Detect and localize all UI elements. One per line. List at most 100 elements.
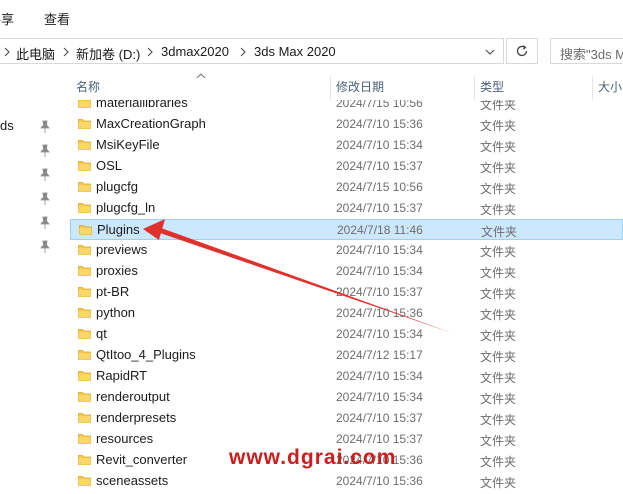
file-type: 文件夹 (480, 140, 517, 154)
chevron-right-icon[interactable] (144, 45, 156, 59)
folder-icon (78, 119, 91, 129)
file-name: renderpresets (96, 410, 177, 425)
breadcrumb-3dmax2020[interactable]: 3dmax2020 (161, 44, 229, 59)
file-type: 文件夹 (480, 245, 517, 259)
file-modified-date: 2024/7/15 10:56 (336, 100, 423, 110)
file-row[interactable]: materiallibraries 2024/7/15 10:56 文件夹 (70, 100, 623, 114)
pin-icon[interactable] (39, 216, 51, 230)
file-name: sceneassets (96, 473, 169, 488)
file-row[interactable]: OSL 2024/7/10 15:37 文件夹 (70, 156, 623, 177)
file-row[interactable]: previews 2024/7/10 15:34 文件夹 (70, 240, 623, 261)
file-type: 文件夹 (480, 392, 517, 406)
folder-icon (78, 476, 91, 486)
search-input[interactable]: 搜索"3ds M (550, 38, 623, 64)
folder-icon (78, 140, 91, 150)
folder-icon (78, 371, 91, 381)
file-row[interactable]: renderpresets 2024/7/10 15:37 文件夹 (70, 408, 623, 429)
file-name: qt (96, 326, 107, 341)
file-row[interactable]: proxies 2024/7/10 15:34 文件夹 (70, 261, 623, 282)
chevron-right-icon[interactable] (237, 45, 249, 59)
column-header-name[interactable]: 名称 (76, 78, 100, 95)
file-type: 文件夹 (480, 413, 517, 427)
pin-icon[interactable] (39, 144, 51, 158)
refresh-button[interactable] (506, 38, 538, 64)
file-name: resources (96, 431, 154, 446)
file-type: 文件夹 (480, 455, 517, 469)
breadcrumb-this-pc[interactable]: 此电脑 (16, 44, 55, 63)
file-type: 文件夹 (480, 100, 517, 112)
sort-ascending-icon (196, 73, 206, 79)
file-row[interactable]: plugcfg_ln 2024/7/10 15:37 文件夹 (70, 198, 623, 219)
chevron-down-icon[interactable] (484, 45, 496, 59)
file-modified-date: 2024/7/10 15:34 (336, 138, 423, 152)
folder-icon (78, 455, 91, 465)
file-row-selected[interactable]: Plugins 2024/7/18 11:46 文件夹 (70, 219, 623, 240)
search-placeholder: 搜索"3ds M (560, 47, 623, 62)
folder-icon (79, 225, 92, 235)
file-type: 文件夹 (480, 350, 517, 364)
file-modified-date: 2024/7/10 15:37 (336, 432, 423, 446)
file-modified-date: 2024/7/10 15:37 (336, 411, 423, 425)
file-modified-date: 2024/7/10 15:36 (336, 474, 423, 488)
file-row[interactable]: python 2024/7/10 15:36 文件夹 (70, 303, 623, 324)
chevron-right-icon[interactable] (1, 45, 13, 59)
folder-icon (78, 245, 91, 255)
file-type: 文件夹 (480, 287, 517, 301)
file-row[interactable]: plugcfg 2024/7/15 10:56 文件夹 (70, 177, 623, 198)
file-row[interactable]: renderoutput 2024/7/10 15:34 文件夹 (70, 387, 623, 408)
file-modified-date: 2024/7/10 15:34 (336, 390, 423, 404)
column-divider[interactable] (474, 76, 475, 100)
file-list: materiallibraries 2024/7/15 10:56 文件夹 MaxCr… (70, 100, 623, 494)
file-row[interactable]: MaxCreationGraph 2024/7/10 15:36 文件夹 (70, 114, 623, 135)
folder-icon (78, 100, 91, 108)
file-type: 文件夹 (480, 203, 517, 217)
file-type: 文件夹 (480, 476, 517, 490)
file-row[interactable]: RapidRT 2024/7/10 15:34 文件夹 (70, 366, 623, 387)
column-divider[interactable] (592, 76, 593, 100)
nav-item-label[interactable]: ds (0, 118, 14, 133)
file-modified-date: 2024/7/12 15:17 (336, 348, 423, 362)
pin-icon[interactable] (39, 168, 51, 182)
file-name: MsiKeyFile (96, 137, 160, 152)
column-divider[interactable] (330, 76, 331, 100)
folder-icon (78, 161, 91, 171)
folder-icon (78, 287, 91, 297)
breadcrumb-3ds-max-2020[interactable]: 3ds Max 2020 (254, 44, 336, 59)
file-type: 文件夹 (480, 182, 517, 196)
file-name: previews (96, 242, 148, 257)
folder-icon (78, 329, 91, 339)
file-row[interactable]: pt-BR 2024/7/10 15:37 文件夹 (70, 282, 623, 303)
breadcrumb-drive-d[interactable]: 新加卷 (D:) (76, 44, 140, 63)
file-modified-date: 2024/7/10 15:36 (336, 306, 423, 320)
file-modified-date: 2024/7/10 15:34 (336, 369, 423, 383)
folder-icon (78, 350, 91, 360)
column-header-type[interactable]: 类型 (480, 78, 504, 95)
file-modified-date: 2024/7/15 10:56 (336, 180, 423, 194)
pin-icon[interactable] (39, 240, 51, 254)
tab-share[interactable]: 共享 (0, 9, 14, 28)
file-row[interactable]: QtItoo_4_Plugins 2024/7/12 15:17 文件夹 (70, 345, 623, 366)
folder-icon (78, 203, 91, 213)
file-name: materiallibraries (96, 100, 188, 110)
folder-icon (78, 266, 91, 276)
file-name: python (96, 305, 136, 320)
navigation-pane (0, 72, 66, 494)
chevron-right-icon[interactable] (60, 45, 72, 59)
pin-icon[interactable] (39, 120, 51, 134)
file-type: 文件夹 (480, 266, 517, 280)
file-modified-date: 2024/7/10 15:37 (336, 201, 423, 215)
file-name: RapidRT (96, 368, 148, 383)
file-row[interactable]: sceneassets 2024/7/10 15:36 文件夹 (70, 471, 623, 492)
file-row[interactable]: qt 2024/7/10 15:34 文件夹 (70, 324, 623, 345)
file-row[interactable]: MsiKeyFile 2024/7/10 15:34 文件夹 (70, 135, 623, 156)
file-modified-date: 2024/7/10 15:34 (336, 327, 423, 341)
tab-view[interactable]: 查看 (44, 9, 70, 28)
ribbon-bar: 共享 查看 (0, 0, 623, 35)
refresh-icon (516, 45, 528, 57)
column-header-size[interactable]: 大小 (598, 78, 622, 95)
file-name: plugcfg (96, 179, 138, 194)
folder-icon (78, 308, 91, 318)
pin-icon[interactable] (39, 192, 51, 206)
file-modified-date: 2024/7/10 15:37 (336, 159, 423, 173)
column-header-date[interactable]: 修改日期 (336, 78, 384, 95)
